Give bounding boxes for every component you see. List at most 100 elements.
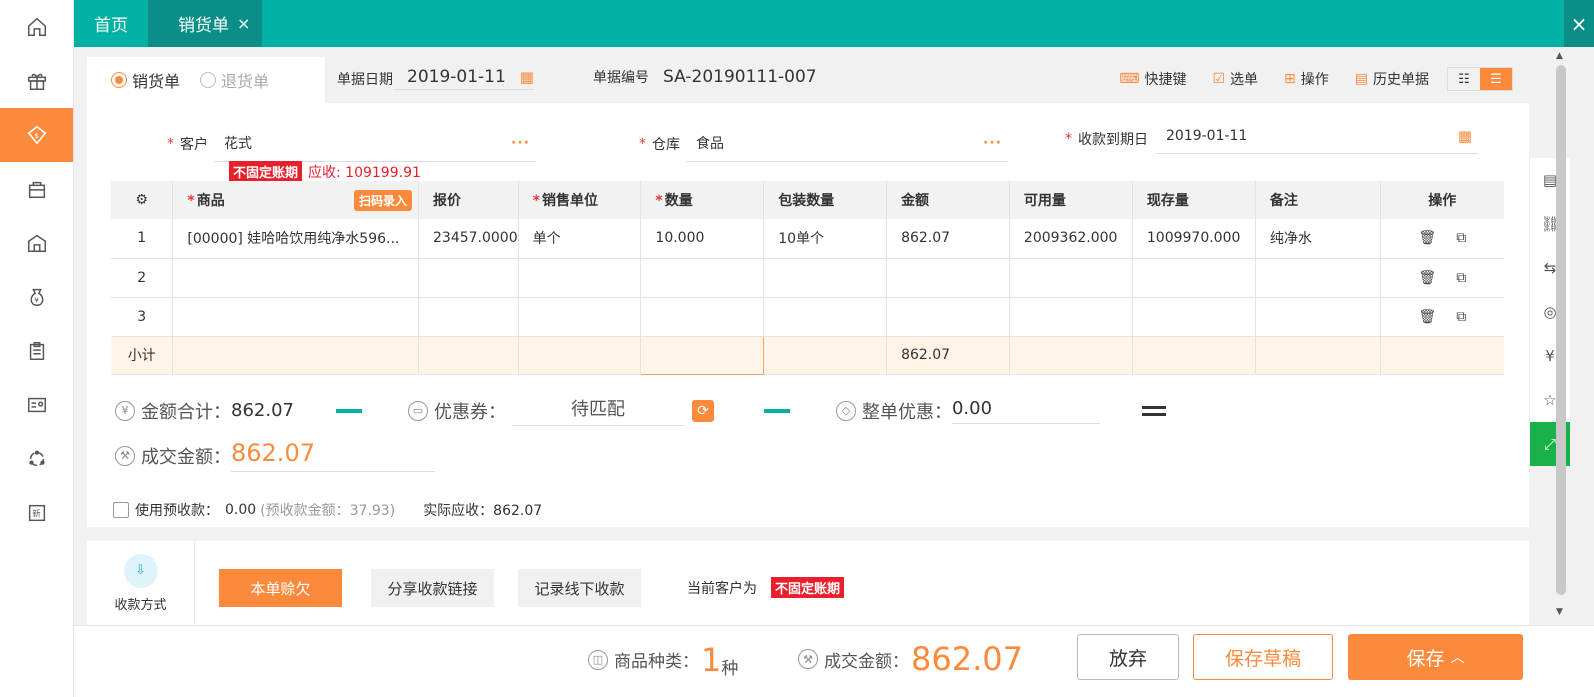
col-ops: 操作 bbox=[1380, 181, 1504, 219]
amount-cell[interactable]: 862.07 bbox=[886, 219, 1010, 259]
col-product: * 商品 扫码录入 bbox=[172, 181, 419, 219]
circle-nodes-icon[interactable] bbox=[0, 432, 73, 486]
keyboard-icon: ⌨ bbox=[1119, 71, 1140, 87]
scrollbar-thumb[interactable] bbox=[1556, 65, 1566, 595]
history-label: 历史单据 bbox=[1373, 72, 1429, 88]
doc-date-input[interactable]: 2019-01-11 ▦ bbox=[393, 67, 534, 90]
history-button[interactable]: ▤ 历史单据 bbox=[1355, 69, 1429, 89]
use-prepay-checkbox[interactable] bbox=[113, 502, 129, 518]
required-mark: * bbox=[167, 135, 174, 152]
new-icon[interactable]: 新 bbox=[0, 486, 73, 540]
qty-cell[interactable] bbox=[640, 258, 765, 298]
amount-cell[interactable] bbox=[886, 297, 1010, 337]
unit-cell[interactable]: 单个 bbox=[518, 219, 642, 259]
customer-field: * 客户 花式 ··· bbox=[167, 125, 536, 162]
scroll-up-icon[interactable]: ▲ bbox=[1556, 51, 1563, 61]
table-row: 2 🗑 ⧉ bbox=[111, 258, 1504, 298]
product-cell[interactable]: [00000] 娃哈哈饮用纯净水596... bbox=[172, 219, 419, 259]
due-date-input[interactable]: 2019-01-11 ▦ bbox=[1156, 127, 1478, 154]
save-label: 保存 bbox=[1406, 647, 1445, 670]
operate-label: 操作 bbox=[1300, 72, 1329, 88]
available-cell: 2009362.000 bbox=[1009, 219, 1133, 259]
stock-cell bbox=[1132, 258, 1256, 298]
warehouse-icon[interactable] bbox=[0, 216, 73, 270]
warehouse-input[interactable]: 食品 ··· bbox=[686, 133, 1008, 162]
save-button[interactable]: 保存 ︿ bbox=[1348, 634, 1523, 680]
delete-icon[interactable]: 🗑 bbox=[1418, 230, 1436, 246]
product-cell[interactable] bbox=[172, 258, 419, 298]
abandon-button[interactable]: 放弃 bbox=[1077, 634, 1179, 680]
chevron-up-icon[interactable]: ︿ bbox=[1451, 647, 1465, 667]
card-view-icon[interactable]: ☷ bbox=[1448, 68, 1480, 90]
remark-cell[interactable] bbox=[1255, 258, 1381, 298]
bag-icon[interactable] bbox=[0, 162, 73, 216]
save-draft-button[interactable]: 保存草稿 bbox=[1193, 634, 1333, 680]
qty-cell[interactable]: 10.000 bbox=[640, 219, 765, 259]
scroll-down-icon[interactable]: ▼ bbox=[1556, 607, 1563, 617]
row-number: 2 bbox=[111, 258, 174, 298]
calendar-icon[interactable]: ▦ bbox=[1458, 127, 1472, 145]
calendar-icon[interactable]: ▦ bbox=[520, 68, 534, 86]
pack-qty-cell[interactable] bbox=[763, 297, 888, 337]
col-product-label: 商品 bbox=[196, 192, 225, 209]
delete-icon[interactable]: 🗑 bbox=[1418, 309, 1436, 325]
pack-qty-cell[interactable]: 10单个 bbox=[763, 219, 888, 259]
copy-icon[interactable]: ⧉ bbox=[1456, 230, 1466, 246]
price-cell[interactable] bbox=[418, 297, 519, 337]
coupon-value[interactable]: 待匹配 bbox=[511, 395, 684, 426]
unit-cell[interactable] bbox=[518, 297, 642, 337]
money-bag-icon[interactable]: ¥ bbox=[0, 270, 73, 324]
window-close-icon[interactable]: × bbox=[1564, 0, 1594, 47]
offline-payment-button[interactable]: 记录线下收款 bbox=[518, 569, 641, 607]
contacts-card-icon[interactable] bbox=[0, 378, 73, 432]
customer-input[interactable]: 花式 ··· bbox=[214, 133, 536, 162]
required-mark: * bbox=[532, 193, 540, 209]
payment-mode[interactable]: ⇩ 收款方式 bbox=[87, 541, 195, 625]
refresh-coupon-icon[interactable]: ⟳ bbox=[691, 399, 714, 422]
price-cell[interactable] bbox=[418, 258, 519, 298]
remark-cell[interactable]: 纯净水 bbox=[1255, 219, 1381, 259]
qty-cell[interactable] bbox=[640, 297, 765, 337]
col-stock: 现存量 bbox=[1132, 181, 1256, 219]
scan-input-button[interactable]: 扫码录入 bbox=[353, 189, 412, 211]
more-icon[interactable]: ··· bbox=[983, 135, 1002, 151]
radio-sales[interactable]: 销货单 bbox=[111, 68, 180, 92]
doc-number-value: SA-20190111-007 bbox=[663, 67, 817, 87]
svg-text:¥: ¥ bbox=[34, 296, 39, 305]
tab-close-icon[interactable]: × bbox=[237, 14, 250, 33]
kinds-stat: ◫ 商品种类： 1 种 bbox=[588, 640, 738, 679]
doc-number-label: 单据编号 bbox=[593, 70, 649, 86]
home-icon[interactable] bbox=[0, 0, 73, 54]
tab-home[interactable]: 首页 bbox=[74, 0, 148, 47]
credit-button[interactable]: 本单赊欠 bbox=[219, 569, 342, 607]
doc-date-value: 2019-01-11 bbox=[407, 67, 506, 87]
select-button[interactable]: ☑ 选单 bbox=[1212, 69, 1258, 89]
remark-cell[interactable] bbox=[1255, 297, 1381, 337]
delete-icon[interactable]: 🗑 bbox=[1418, 270, 1436, 286]
clipboard-icon[interactable] bbox=[0, 324, 73, 378]
amount-cell[interactable] bbox=[886, 258, 1010, 298]
list-view-icon[interactable]: ☰ bbox=[1480, 68, 1512, 90]
payment-mode-label: 收款方式 bbox=[114, 597, 167, 613]
kinds-value: 1 bbox=[701, 640, 722, 679]
share-link-button[interactable]: 分享收款链接 bbox=[371, 569, 494, 607]
vertical-scrollbar[interactable]: ▲ ▼ bbox=[1554, 47, 1568, 625]
price-cell[interactable]: 23457.0000 bbox=[418, 219, 519, 259]
unit-cell[interactable] bbox=[518, 258, 642, 298]
radio-return[interactable]: 退货单 bbox=[200, 68, 269, 92]
sales-icon[interactable]: $ bbox=[0, 108, 73, 162]
gift-icon[interactable] bbox=[0, 54, 73, 108]
copy-icon[interactable]: ⧉ bbox=[1456, 309, 1466, 325]
column-settings-icon[interactable]: ⚙ bbox=[111, 181, 174, 219]
copy-icon[interactable]: ⧉ bbox=[1456, 270, 1466, 286]
product-cell[interactable] bbox=[172, 297, 419, 337]
shortcuts-label: 快捷键 bbox=[1144, 72, 1187, 88]
shortcuts-button[interactable]: ⌨ 快捷键 bbox=[1119, 69, 1186, 89]
top-tab-bar: 首页 销货单 × × bbox=[74, 0, 1594, 47]
select-label: 选单 bbox=[1230, 72, 1259, 88]
more-icon[interactable]: ··· bbox=[511, 135, 530, 151]
pack-qty-cell[interactable] bbox=[763, 258, 888, 298]
discount-input[interactable]: 0.00 bbox=[951, 398, 1100, 424]
operate-button[interactable]: ⊞ 操作 bbox=[1284, 69, 1329, 89]
tab-sales-order[interactable]: 销货单 × bbox=[148, 0, 263, 47]
